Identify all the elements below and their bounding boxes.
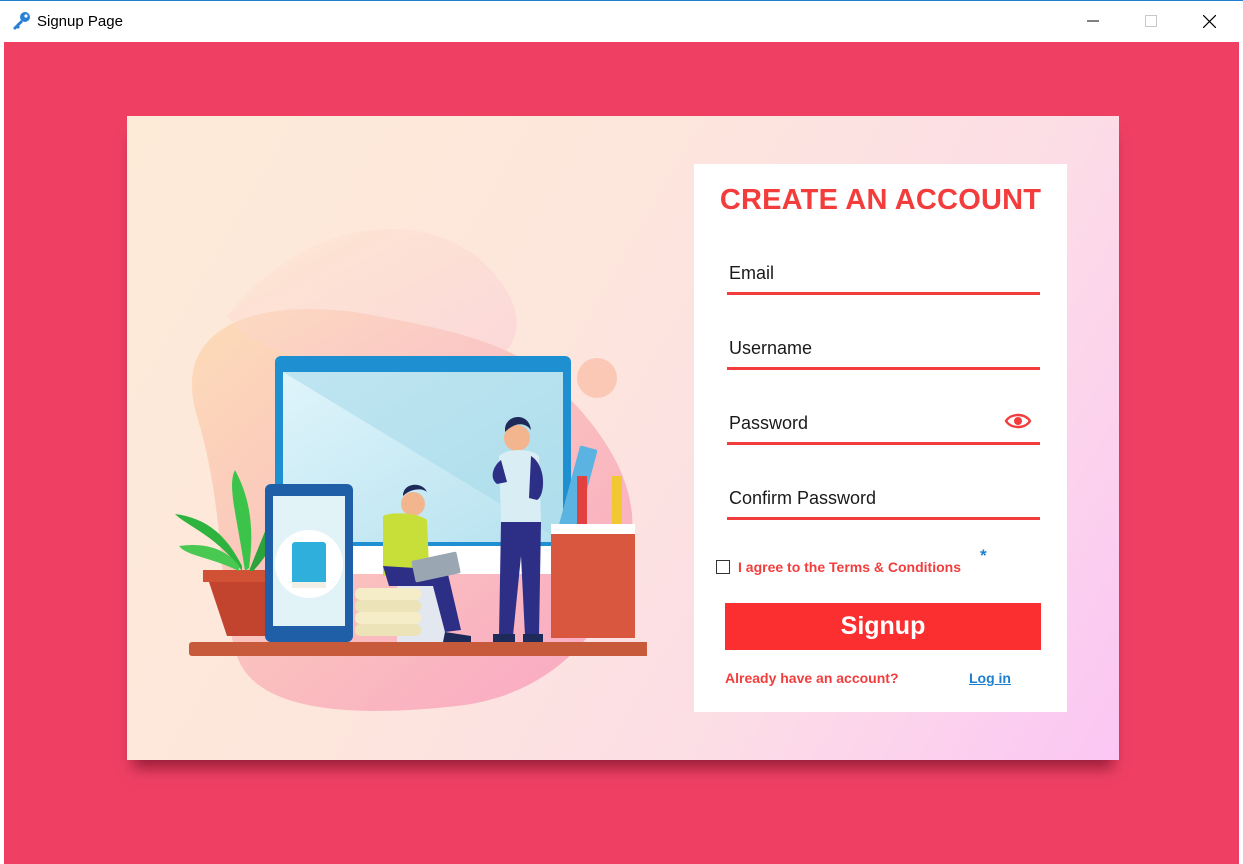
form-heading: CREATE AN ACCOUNT <box>719 184 1042 216</box>
title-bar: Signup Page <box>0 0 1243 42</box>
window-title: Signup Page <box>37 13 123 30</box>
login-link[interactable]: Log in <box>969 670 1011 686</box>
terms-checkbox[interactable] <box>716 560 730 574</box>
required-marker: * <box>980 546 987 565</box>
close-button[interactable] <box>1180 1 1238 41</box>
username-field-wrapper <box>727 333 1040 370</box>
confirm-password-field[interactable] <box>729 483 999 513</box>
eye-icon[interactable] <box>1004 410 1032 432</box>
minimize-icon <box>1087 20 1099 22</box>
maximize-button[interactable] <box>1122 1 1180 41</box>
terms-label[interactable]: I agree to the Terms & Conditions <box>738 559 961 575</box>
email-field-wrapper <box>727 258 1040 295</box>
username-field[interactable] <box>729 333 999 363</box>
signup-button[interactable]: Signup <box>725 603 1041 650</box>
signup-form: CREATE AN ACCOUNT I agree to the Terms &… <box>694 164 1067 712</box>
close-icon <box>1202 14 1216 28</box>
password-field[interactable] <box>729 408 999 438</box>
terms-agreement: I agree to the Terms & Conditions <box>716 557 961 577</box>
confirm-password-field-wrapper <box>727 483 1040 520</box>
password-field-wrapper <box>727 408 1040 445</box>
key-icon <box>13 12 30 30</box>
minimize-button[interactable] <box>1064 1 1122 41</box>
email-field[interactable] <box>729 258 999 288</box>
maximize-icon <box>1145 15 1157 27</box>
workspace-illustration <box>175 228 647 711</box>
already-have-account-text: Already have an account? <box>725 670 899 686</box>
